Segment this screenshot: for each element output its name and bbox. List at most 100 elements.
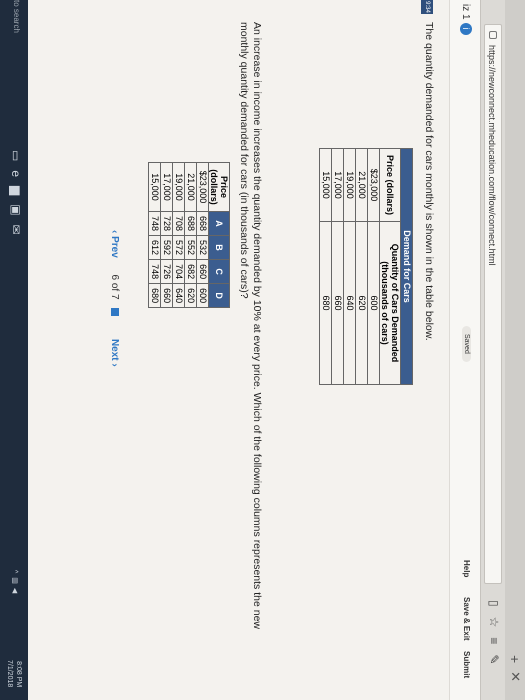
table-cell: 19,000	[343, 148, 356, 222]
page-of: of	[109, 282, 120, 292]
column-b-header: B	[208, 235, 230, 260]
page-current: 6	[109, 274, 120, 281]
question-intro: The quantity demanded for cars monthly i…	[423, 22, 435, 341]
close-icon[interactable]: ✕	[507, 671, 523, 682]
table-cell: 682	[184, 259, 197, 284]
table-cell: 15,000	[148, 162, 161, 212]
table-cell: 726	[160, 259, 173, 284]
table-cell: 612	[148, 235, 161, 260]
table-cell: 640	[343, 221, 356, 385]
next-label: Next	[109, 338, 120, 361]
page-indicator: 6 of 7	[109, 274, 120, 299]
store-icon[interactable]: ▣	[9, 204, 23, 224]
table-cell: 532	[196, 235, 209, 260]
address-bar[interactable]: https://newconnect.mheducation.com/flow/…	[484, 24, 502, 584]
table-cell: 708	[172, 211, 185, 236]
table-row: $23,000 600	[367, 148, 380, 385]
lock-icon	[489, 31, 497, 39]
table-cell: 600	[367, 221, 380, 385]
new-tab-icon[interactable]: +	[507, 655, 523, 663]
table-cell: 620	[355, 221, 368, 385]
taskbar: to search ▭e▆▣✉ ^▥◀ 8:08 PM 7/1/2018	[0, 0, 28, 700]
table-row: 21,000 620	[355, 148, 368, 385]
demand-table-header-quantity: Quantity of Cars Demanded (thousands of …	[379, 221, 401, 385]
browser-screen: + ✕ https://newconnect.mheducation.com/f…	[0, 0, 525, 700]
table-cell: 748	[148, 211, 161, 236]
table-row: 15,000 748 612 748 680	[148, 162, 161, 308]
column-a-header: A	[208, 211, 230, 236]
favorite-star-icon[interactable]: ☆	[487, 617, 501, 638]
table-cell: 600	[196, 283, 209, 308]
demand-table-caption: Demand for Cars	[400, 148, 413, 385]
table-cell: 15,000	[319, 148, 332, 222]
quiz-title-text: iz 1	[460, 4, 471, 20]
table-row: 17,000 660	[331, 148, 344, 385]
table-cell: 680	[148, 283, 161, 308]
app-header: iz 1 i Saved Help Save & Exit Submit	[449, 0, 480, 700]
save-exit-button[interactable]: Save & Exit	[462, 597, 471, 641]
answer-columns-table: Price (dollars) A B C D $23,000 668 532 660…	[148, 162, 230, 308]
table-cell: 552	[184, 235, 197, 260]
table-cell: 704	[172, 259, 185, 284]
table-row: 17,000 728 592 726 660	[160, 162, 173, 308]
saved-status: Saved	[462, 326, 471, 362]
table-cell: 640	[172, 283, 185, 308]
taskbar-search[interactable]: to search	[12, 0, 21, 33]
table-cell: 21,000	[355, 148, 368, 222]
photo-stage: + ✕ https://newconnect.mheducation.com/f…	[0, 0, 525, 700]
answer-table-header-price: Price (dollars)	[208, 162, 230, 212]
next-button[interactable]: Next ›	[109, 339, 120, 367]
table-row: 19,000 640	[343, 148, 356, 385]
table-cell: 660	[331, 221, 344, 385]
folder-icon[interactable]: ▆	[9, 186, 23, 204]
table-cell: $23,000	[367, 148, 380, 222]
table-cell: 728	[160, 211, 173, 236]
volume-icon[interactable]: ◀	[11, 588, 18, 597]
table-cell: 17,000	[331, 148, 344, 222]
reading-view-icon[interactable]: ▯	[487, 600, 501, 617]
table-cell: 688	[184, 211, 197, 236]
side-timer-tag: 9:34	[421, 0, 433, 14]
quiz-title: iz 1 i	[460, 4, 472, 35]
network-icon[interactable]: ▥	[11, 577, 18, 588]
table-cell: 17,000	[160, 162, 173, 212]
question-grid-icon[interactable]	[110, 308, 119, 317]
column-d-header: D	[208, 283, 230, 308]
table-row: 21,000 688 552 682 620	[184, 162, 197, 308]
prev-label: Prev	[109, 236, 120, 258]
help-button[interactable]: Help	[462, 560, 471, 577]
clock-date: 7/1/2018	[6, 660, 13, 688]
prev-button[interactable]: ‹ Prev	[109, 230, 120, 258]
table-cell: 620	[184, 283, 197, 308]
mail-icon[interactable]: ✉	[9, 225, 23, 244]
clock-time: 8:08 PM	[15, 661, 22, 688]
table-cell: 748	[148, 259, 161, 284]
task-view-icon[interactable]: ▭	[9, 150, 23, 170]
table-row: 19,000 708 572 704 640	[172, 162, 185, 308]
pen-icon[interactable]: ✎	[487, 654, 501, 674]
url-text: https://newconnect.mheducation.com/flow/…	[487, 45, 497, 266]
demand-table-header-price: Price (dollars)	[379, 148, 401, 222]
info-icon[interactable]: i	[460, 22, 472, 35]
taskbar-clock[interactable]: 8:08 PM 7/1/2018	[5, 660, 23, 687]
page-total: 7	[109, 293, 120, 300]
table-cell: 660	[160, 283, 173, 308]
system-tray: ^▥◀	[11, 570, 19, 597]
column-c-header: C	[208, 259, 230, 284]
table-row: 15,000 680	[319, 148, 332, 385]
table-cell: 660	[196, 259, 209, 284]
table-cell: $23,000	[196, 162, 209, 212]
browser-chrome: + ✕ https://newconnect.mheducation.com/f…	[480, 0, 525, 700]
table-cell: 592	[160, 235, 173, 260]
pager: ‹ Prev 6 of 7 Next ›	[109, 230, 120, 367]
tab-strip: + ✕	[505, 0, 525, 700]
submit-button[interactable]: Submit	[462, 651, 471, 678]
edge-icon[interactable]: e	[9, 170, 23, 186]
table-cell: 572	[172, 235, 185, 260]
table-cell: 19,000	[172, 162, 185, 212]
question-prompt: An increase in income increases the quan…	[238, 22, 263, 629]
favorites-list-icon[interactable]: ≡	[487, 637, 501, 654]
demand-table: Demand for Cars Price (dollars) Quantity…	[319, 148, 413, 385]
table-cell: 668	[196, 211, 209, 236]
table-cell: 680	[319, 221, 332, 385]
